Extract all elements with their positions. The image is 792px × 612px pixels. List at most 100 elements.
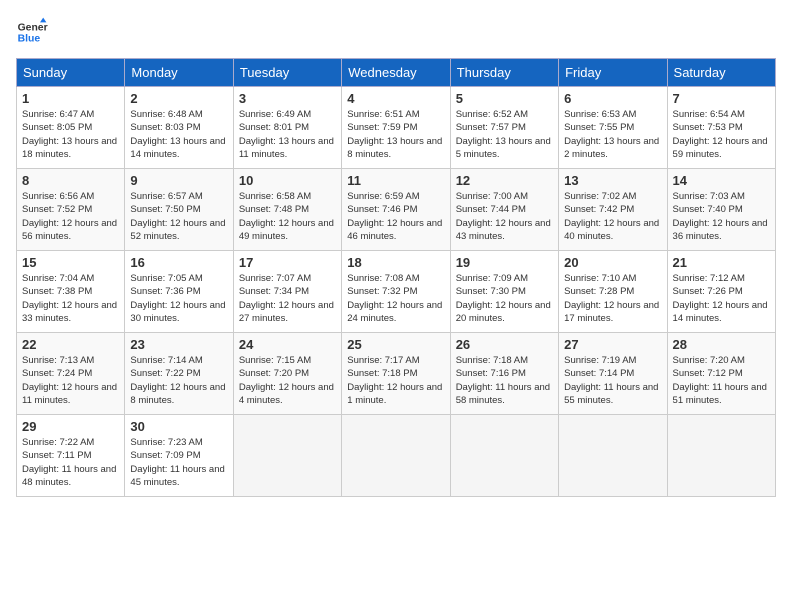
day-info: Sunrise: 7:02 AM Sunset: 7:42 PM Dayligh…: [564, 190, 661, 243]
calendar-cell: 10 Sunrise: 6:58 AM Sunset: 7:48 PM Dayl…: [233, 169, 341, 251]
day-info: Sunrise: 7:17 AM Sunset: 7:18 PM Dayligh…: [347, 354, 444, 407]
day-info: Sunrise: 6:49 AM Sunset: 8:01 PM Dayligh…: [239, 108, 336, 161]
day-number: 6: [564, 91, 661, 106]
calendar-cell: [342, 415, 450, 497]
calendar-cell: 29 Sunrise: 7:22 AM Sunset: 7:11 PM Dayl…: [17, 415, 125, 497]
day-info: Sunrise: 6:57 AM Sunset: 7:50 PM Dayligh…: [130, 190, 227, 243]
day-info: Sunrise: 7:09 AM Sunset: 7:30 PM Dayligh…: [456, 272, 553, 325]
day-number: 27: [564, 337, 661, 352]
calendar-cell: 25 Sunrise: 7:17 AM Sunset: 7:18 PM Dayl…: [342, 333, 450, 415]
day-info: Sunrise: 7:10 AM Sunset: 7:28 PM Dayligh…: [564, 272, 661, 325]
day-info: Sunrise: 7:07 AM Sunset: 7:34 PM Dayligh…: [239, 272, 336, 325]
day-number: 26: [456, 337, 553, 352]
calendar-cell: 5 Sunrise: 6:52 AM Sunset: 7:57 PM Dayli…: [450, 87, 558, 169]
day-header-wednesday: Wednesday: [342, 59, 450, 87]
day-info: Sunrise: 7:15 AM Sunset: 7:20 PM Dayligh…: [239, 354, 336, 407]
calendar-cell: 28 Sunrise: 7:20 AM Sunset: 7:12 PM Dayl…: [667, 333, 775, 415]
calendar-cell: 11 Sunrise: 6:59 AM Sunset: 7:46 PM Dayl…: [342, 169, 450, 251]
calendar-cell: 22 Sunrise: 7:13 AM Sunset: 7:24 PM Dayl…: [17, 333, 125, 415]
day-number: 21: [673, 255, 770, 270]
day-info: Sunrise: 7:12 AM Sunset: 7:26 PM Dayligh…: [673, 272, 770, 325]
day-info: Sunrise: 7:14 AM Sunset: 7:22 PM Dayligh…: [130, 354, 227, 407]
day-info: Sunrise: 7:23 AM Sunset: 7:09 PM Dayligh…: [130, 436, 227, 489]
day-info: Sunrise: 6:59 AM Sunset: 7:46 PM Dayligh…: [347, 190, 444, 243]
calendar-cell: 17 Sunrise: 7:07 AM Sunset: 7:34 PM Dayl…: [233, 251, 341, 333]
calendar-cell: 7 Sunrise: 6:54 AM Sunset: 7:53 PM Dayli…: [667, 87, 775, 169]
calendar-cell: [667, 415, 775, 497]
week-row-5: 29 Sunrise: 7:22 AM Sunset: 7:11 PM Dayl…: [17, 415, 776, 497]
day-header-monday: Monday: [125, 59, 233, 87]
day-number: 20: [564, 255, 661, 270]
day-number: 14: [673, 173, 770, 188]
day-number: 29: [22, 419, 119, 434]
calendar-cell: 8 Sunrise: 6:56 AM Sunset: 7:52 PM Dayli…: [17, 169, 125, 251]
day-number: 4: [347, 91, 444, 106]
calendar-cell: 19 Sunrise: 7:09 AM Sunset: 7:30 PM Dayl…: [450, 251, 558, 333]
svg-text:Blue: Blue: [18, 34, 41, 45]
header: General Blue: [16, 16, 776, 48]
day-info: Sunrise: 7:18 AM Sunset: 7:16 PM Dayligh…: [456, 354, 553, 407]
day-number: 2: [130, 91, 227, 106]
day-number: 9: [130, 173, 227, 188]
svg-text:General: General: [18, 22, 48, 33]
day-info: Sunrise: 7:19 AM Sunset: 7:14 PM Dayligh…: [564, 354, 661, 407]
day-info: Sunrise: 7:03 AM Sunset: 7:40 PM Dayligh…: [673, 190, 770, 243]
calendar-cell: 15 Sunrise: 7:04 AM Sunset: 7:38 PM Dayl…: [17, 251, 125, 333]
calendar-cell: 20 Sunrise: 7:10 AM Sunset: 7:28 PM Dayl…: [559, 251, 667, 333]
calendar-cell: 13 Sunrise: 7:02 AM Sunset: 7:42 PM Dayl…: [559, 169, 667, 251]
day-number: 23: [130, 337, 227, 352]
calendar-cell: 18 Sunrise: 7:08 AM Sunset: 7:32 PM Dayl…: [342, 251, 450, 333]
day-info: Sunrise: 7:22 AM Sunset: 7:11 PM Dayligh…: [22, 436, 119, 489]
day-info: Sunrise: 6:53 AM Sunset: 7:55 PM Dayligh…: [564, 108, 661, 161]
day-number: 16: [130, 255, 227, 270]
day-info: Sunrise: 6:54 AM Sunset: 7:53 PM Dayligh…: [673, 108, 770, 161]
day-number: 5: [456, 91, 553, 106]
day-info: Sunrise: 7:04 AM Sunset: 7:38 PM Dayligh…: [22, 272, 119, 325]
day-header-friday: Friday: [559, 59, 667, 87]
calendar-cell: 27 Sunrise: 7:19 AM Sunset: 7:14 PM Dayl…: [559, 333, 667, 415]
day-info: Sunrise: 6:47 AM Sunset: 8:05 PM Dayligh…: [22, 108, 119, 161]
day-info: Sunrise: 6:48 AM Sunset: 8:03 PM Dayligh…: [130, 108, 227, 161]
day-number: 19: [456, 255, 553, 270]
day-number: 7: [673, 91, 770, 106]
day-number: 18: [347, 255, 444, 270]
day-info: Sunrise: 7:00 AM Sunset: 7:44 PM Dayligh…: [456, 190, 553, 243]
day-number: 25: [347, 337, 444, 352]
calendar-cell: 6 Sunrise: 6:53 AM Sunset: 7:55 PM Dayli…: [559, 87, 667, 169]
day-info: Sunrise: 6:52 AM Sunset: 7:57 PM Dayligh…: [456, 108, 553, 161]
day-number: 3: [239, 91, 336, 106]
day-header-tuesday: Tuesday: [233, 59, 341, 87]
calendar-cell: 9 Sunrise: 6:57 AM Sunset: 7:50 PM Dayli…: [125, 169, 233, 251]
day-number: 15: [22, 255, 119, 270]
calendar-cell: 14 Sunrise: 7:03 AM Sunset: 7:40 PM Dayl…: [667, 169, 775, 251]
day-header-sunday: Sunday: [17, 59, 125, 87]
week-row-1: 1 Sunrise: 6:47 AM Sunset: 8:05 PM Dayli…: [17, 87, 776, 169]
day-header-thursday: Thursday: [450, 59, 558, 87]
day-info: Sunrise: 6:51 AM Sunset: 7:59 PM Dayligh…: [347, 108, 444, 161]
calendar-cell: 23 Sunrise: 7:14 AM Sunset: 7:22 PM Dayl…: [125, 333, 233, 415]
logo: General Blue: [16, 16, 48, 48]
calendar-cell: 4 Sunrise: 6:51 AM Sunset: 7:59 PM Dayli…: [342, 87, 450, 169]
header-row: SundayMondayTuesdayWednesdayThursdayFrid…: [17, 59, 776, 87]
calendar-cell: 24 Sunrise: 7:15 AM Sunset: 7:20 PM Dayl…: [233, 333, 341, 415]
calendar-cell: 21 Sunrise: 7:12 AM Sunset: 7:26 PM Dayl…: [667, 251, 775, 333]
calendar-cell: [233, 415, 341, 497]
day-number: 17: [239, 255, 336, 270]
day-info: Sunrise: 7:20 AM Sunset: 7:12 PM Dayligh…: [673, 354, 770, 407]
day-number: 11: [347, 173, 444, 188]
day-info: Sunrise: 6:56 AM Sunset: 7:52 PM Dayligh…: [22, 190, 119, 243]
day-number: 8: [22, 173, 119, 188]
logo-icon: General Blue: [16, 16, 48, 48]
day-number: 1: [22, 91, 119, 106]
day-number: 30: [130, 419, 227, 434]
day-number: 12: [456, 173, 553, 188]
calendar-cell: 3 Sunrise: 6:49 AM Sunset: 8:01 PM Dayli…: [233, 87, 341, 169]
calendar-cell: 26 Sunrise: 7:18 AM Sunset: 7:16 PM Dayl…: [450, 333, 558, 415]
day-header-saturday: Saturday: [667, 59, 775, 87]
calendar-cell: 12 Sunrise: 7:00 AM Sunset: 7:44 PM Dayl…: [450, 169, 558, 251]
day-info: Sunrise: 7:08 AM Sunset: 7:32 PM Dayligh…: [347, 272, 444, 325]
day-number: 22: [22, 337, 119, 352]
day-number: 13: [564, 173, 661, 188]
week-row-2: 8 Sunrise: 6:56 AM Sunset: 7:52 PM Dayli…: [17, 169, 776, 251]
week-row-4: 22 Sunrise: 7:13 AM Sunset: 7:24 PM Dayl…: [17, 333, 776, 415]
